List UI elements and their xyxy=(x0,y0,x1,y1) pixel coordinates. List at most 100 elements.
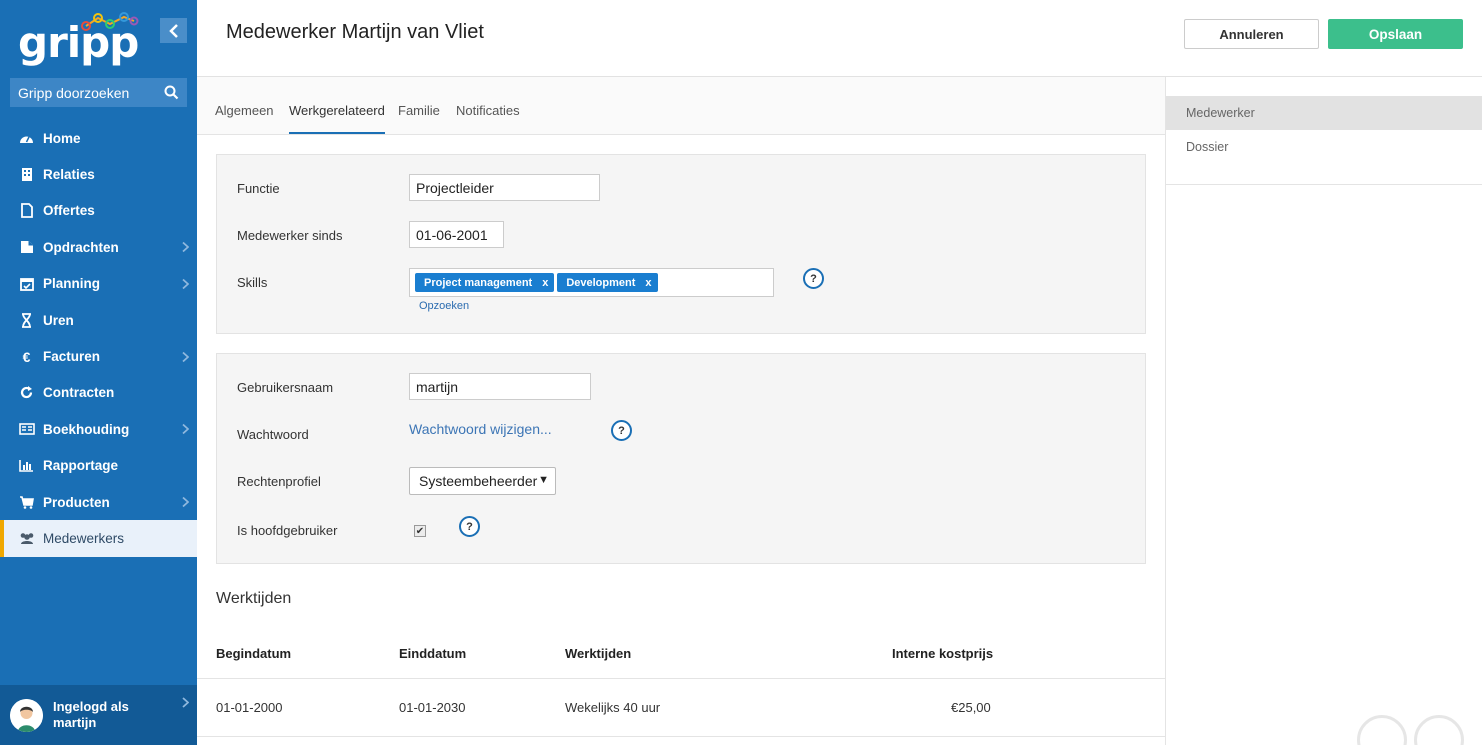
briefcase-icon xyxy=(18,239,35,255)
table-divider xyxy=(197,678,1165,679)
search-bar[interactable]: Gripp doorzoeken xyxy=(10,78,187,107)
remove-skill-button[interactable]: x xyxy=(645,277,651,289)
functie-input[interactable]: Projectleider xyxy=(409,174,600,201)
column-header-werktijden: Werktijden xyxy=(565,646,632,661)
skills-lookup-link[interactable]: Opzoeken xyxy=(419,300,469,312)
chevron-left-icon xyxy=(168,23,178,38)
cell-einddatum: 01-01-2030 xyxy=(399,700,466,715)
notifications-icon[interactable] xyxy=(1414,715,1464,745)
nav-label: Home xyxy=(43,130,81,146)
password-help-icon[interactable]: ? xyxy=(611,420,632,441)
column-header-begindatum: Begindatum xyxy=(216,646,292,661)
hoofdgebruiker-checkbox[interactable]: ✔ xyxy=(414,525,426,537)
change-password-link[interactable]: Wachtwoord wijzigen... xyxy=(409,421,552,437)
medewerker-sinds-label: Medewerker sinds xyxy=(237,228,343,243)
main-user-help-icon[interactable]: ? xyxy=(459,516,480,537)
cell-begindatum: 01-01-2000 xyxy=(216,700,283,715)
nav-label: Offertes xyxy=(43,203,95,219)
page-title: Medewerker Martijn van Vliet xyxy=(226,21,484,43)
medewerker-sinds-input[interactable]: 01-06-2001 xyxy=(409,221,504,248)
gripp-logo[interactable]: gripp xyxy=(18,12,158,68)
chevron-right-icon xyxy=(182,278,189,289)
main-content: Algemeen Werkgerelateerd Familie Notific… xyxy=(197,77,1165,745)
chat-icon[interactable] xyxy=(1357,715,1407,745)
werktijden-title: Werktijden xyxy=(216,590,292,607)
nav-item-producten[interactable]: Producten xyxy=(0,484,197,520)
table-divider xyxy=(197,736,1165,737)
nav-label: Relaties xyxy=(43,167,95,183)
chevron-right-icon xyxy=(182,697,189,708)
save-button[interactable]: Opslaan xyxy=(1328,19,1463,49)
nav-label: Opdrachten xyxy=(43,239,119,255)
wachtwoord-label: Wachtwoord xyxy=(237,427,309,442)
nav-item-boekhouding[interactable]: Boekhouding xyxy=(0,411,197,447)
checkmark-icon: ✔ xyxy=(415,525,425,537)
tab-bar: Algemeen Werkgerelateerd Familie Notific… xyxy=(197,77,1165,135)
avatar xyxy=(10,698,43,732)
cell-werktijden: Wekelijks 40 uur xyxy=(565,700,661,715)
right-nav-medewerker[interactable]: Medewerker xyxy=(1166,96,1482,130)
cart-icon xyxy=(18,494,35,510)
chevron-right-icon xyxy=(182,242,189,253)
tab-algemeen[interactable]: Algemeen xyxy=(215,103,274,132)
skills-input[interactable]: Project management x Development x xyxy=(409,268,774,297)
collapse-sidebar-button[interactable] xyxy=(160,18,187,43)
main-nav: Home Relaties Offertes Opdrachten Planni… xyxy=(0,120,197,557)
nav-label: Planning xyxy=(43,276,100,292)
nav-item-medewerkers[interactable]: Medewerkers xyxy=(0,520,197,557)
nav-label: Contracten xyxy=(43,385,115,401)
nav-item-contracten[interactable]: Contracten xyxy=(0,375,197,411)
nav-label: Facturen xyxy=(43,349,101,365)
nav-item-planning[interactable]: Planning xyxy=(0,266,197,302)
column-header-interne-kostprijs: Interne kostprijs xyxy=(892,646,994,661)
document-icon xyxy=(18,203,35,219)
hoofdgebruiker-label: Is hoofdgebruiker xyxy=(237,523,338,538)
gebruikersnaam-input[interactable]: martijn xyxy=(409,373,591,400)
page-header: Medewerker Martijn van Vliet Annuleren O… xyxy=(197,0,1482,77)
sidebar: gripp Gripp doorzoeken Home Relaties Off… xyxy=(0,0,197,745)
skills-help-icon[interactable]: ? xyxy=(803,268,824,289)
nav-label: Medewerkers xyxy=(43,530,125,546)
job-panel: Functie Projectleider Medewerker sinds 0… xyxy=(216,154,1146,334)
nav-item-rapportage[interactable]: Rapportage xyxy=(0,448,197,484)
rechtenprofiel-select[interactable]: Systeembeheerder ▼ xyxy=(409,467,556,495)
right-panel: Medewerker Dossier xyxy=(1165,77,1482,745)
nav-item-offertes[interactable]: Offertes xyxy=(0,193,197,229)
chevron-right-icon xyxy=(182,351,189,362)
tab-notificaties[interactable]: Notificaties xyxy=(456,103,520,132)
search-input[interactable]: Gripp doorzoeken xyxy=(18,85,164,101)
nav-item-relaties[interactable]: Relaties xyxy=(0,156,197,192)
remove-skill-button[interactable]: x xyxy=(542,277,548,289)
skill-tag-label: Development xyxy=(566,276,636,289)
users-icon xyxy=(18,530,35,546)
skill-tag: Project management x xyxy=(415,273,555,292)
chevron-right-icon xyxy=(182,424,189,435)
right-nav-dossier[interactable]: Dossier xyxy=(1166,130,1482,164)
nav-item-home[interactable]: Home xyxy=(0,120,197,156)
functie-label: Functie xyxy=(237,181,280,196)
bar-chart-icon xyxy=(18,458,35,474)
cancel-button[interactable]: Annuleren xyxy=(1184,19,1319,49)
search-icon[interactable] xyxy=(164,85,179,100)
tab-werkgerelateerd[interactable]: Werkgerelateerd xyxy=(289,103,385,134)
building-icon xyxy=(18,167,35,183)
skill-tag-label: Project management xyxy=(424,276,533,289)
nav-label: Producten xyxy=(43,494,110,510)
rechtenprofiel-value: Systeembeheerder xyxy=(419,473,538,489)
nav-item-facturen[interactable]: € Facturen xyxy=(0,338,197,374)
nav-item-uren[interactable]: Uren xyxy=(0,302,197,338)
right-panel-divider xyxy=(1166,184,1482,185)
user-profile[interactable]: Ingelogd als martijn xyxy=(0,685,197,745)
logo-dots-icon xyxy=(81,12,139,31)
nav-label: Uren xyxy=(43,312,74,328)
user-logged-in-label: Ingelogd als xyxy=(53,699,129,714)
calendar-check-icon xyxy=(18,276,35,292)
rechtenprofiel-label: Rechtenprofiel xyxy=(237,474,321,489)
tab-familie[interactable]: Familie xyxy=(398,103,440,132)
hourglass-icon xyxy=(18,312,35,328)
dashboard-icon xyxy=(18,130,35,146)
nav-item-opdrachten[interactable]: Opdrachten xyxy=(0,229,197,265)
column-header-einddatum: Einddatum xyxy=(399,646,467,661)
chevron-right-icon xyxy=(182,496,189,508)
ledger-icon xyxy=(18,421,35,437)
